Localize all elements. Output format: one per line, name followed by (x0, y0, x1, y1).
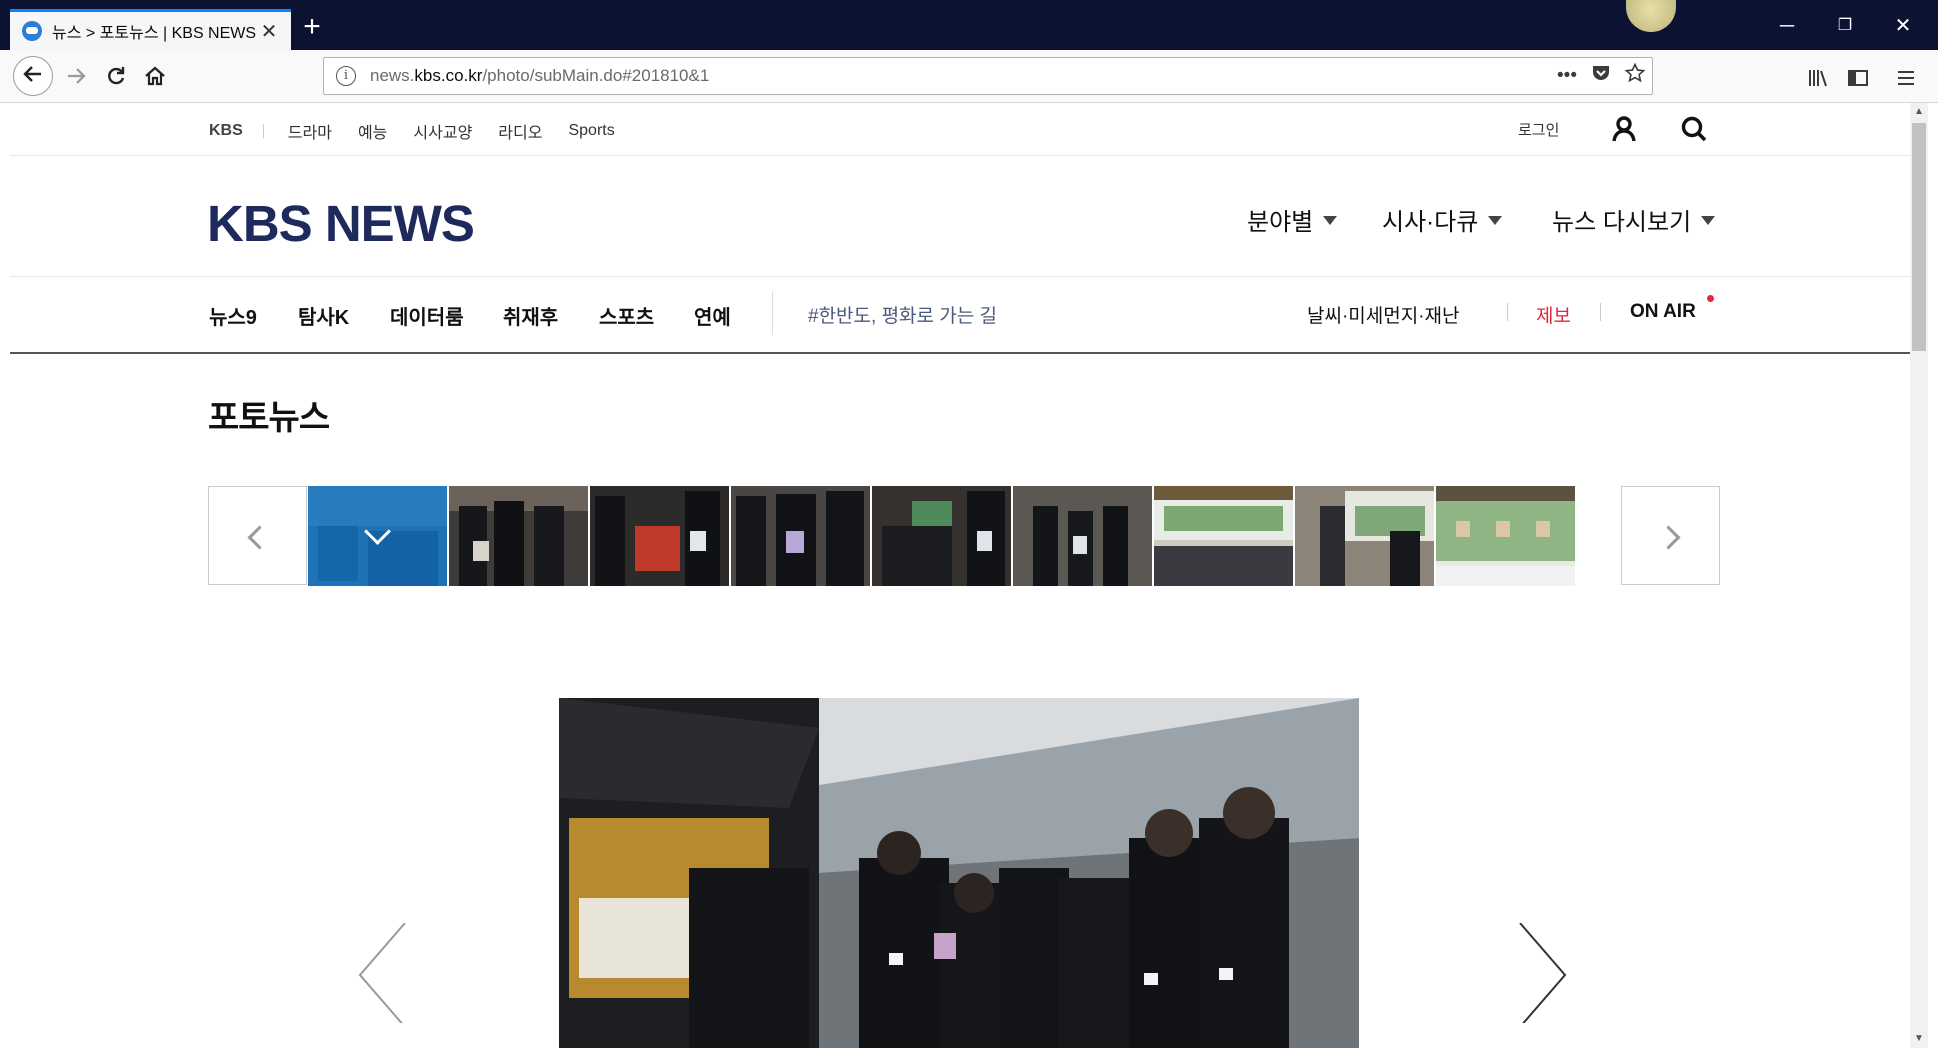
nav-data-room[interactable]: 데이터룸 (390, 301, 464, 330)
home-button[interactable] (135, 56, 175, 96)
thumbnail-carousel (208, 486, 1720, 586)
url-bar[interactable]: i news.kbs.co.kr/photo/subMain.do#201810… (323, 57, 1653, 95)
thumbnail-photo (1295, 486, 1434, 586)
forward-button[interactable] (56, 56, 96, 96)
profile-orb (1626, 0, 1676, 32)
hashtag-link[interactable]: #한반도, 평화로 가는 길 (808, 301, 997, 328)
menu-current-docu-label: 시사·다큐 (1382, 209, 1479, 236)
minimize-button[interactable]: ─ (1758, 10, 1816, 42)
thumbs-prev-button[interactable] (208, 486, 307, 585)
close-tab-icon[interactable]: ✕ (259, 19, 279, 44)
menu-by-field-label: 분야별 (1247, 209, 1314, 236)
menu-icon[interactable] (1888, 60, 1924, 95)
thumbnail-photo (1154, 486, 1293, 586)
nav-sports[interactable]: 스포츠 (599, 301, 654, 330)
user-icon[interactable] (1610, 115, 1638, 143)
arrow-left-icon (23, 66, 41, 82)
thumbnail-photo (449, 486, 588, 586)
link-radio[interactable]: 라디오 (498, 119, 542, 143)
photo-next-arrow-icon[interactable] (1510, 923, 1610, 1023)
chevron-left-icon (247, 525, 272, 550)
page-actions-icon[interactable]: ••• (1550, 65, 1584, 87)
kbs-favicon-icon (22, 21, 42, 41)
scrollbar-thumb[interactable] (1912, 123, 1926, 351)
new-tab-button[interactable]: + (296, 10, 328, 46)
main-news-photo[interactable] (559, 698, 1359, 1048)
nav-after-report[interactable]: 취재후 (503, 301, 558, 330)
link-culture[interactable]: 시사교양 (413, 119, 472, 143)
brand-header: KBS NEWS 분야별 시사·다큐 뉴스 다시보기 (10, 156, 1910, 277)
search-icon[interactable] (1680, 115, 1708, 143)
divider (1507, 303, 1508, 321)
menu-by-field[interactable]: 분야별 (1247, 202, 1338, 237)
chevron-right-icon (1656, 525, 1681, 550)
browser-titlebar: 뉴스 > 포토뉴스 | KBS NEWS ✕ + ─ ❐ ✕ (0, 0, 1938, 50)
thumbnail-photo (590, 486, 729, 586)
thumbnail-2[interactable] (449, 486, 588, 586)
back-button[interactable] (13, 56, 53, 96)
reload-button[interactable] (96, 56, 136, 96)
thumbnail-6[interactable] (1013, 486, 1152, 586)
caret-down-icon (1323, 216, 1338, 225)
nav-entertainment[interactable]: 연예 (694, 301, 731, 330)
photo-image (559, 698, 1359, 1048)
menu-current-docu[interactable]: 시사·다큐 (1382, 202, 1503, 237)
tab-title: 뉴스 > 포토뉴스 | KBS NEWS (52, 25, 257, 42)
menu-news-replay-label: 뉴스 다시보기 (1552, 209, 1692, 236)
sidebar-icon[interactable] (1840, 60, 1876, 95)
global-nav: 뉴스9 탐사K 데이터룸 취재후 스포츠 연예 #한반도, 평화로 가는 길 날… (10, 277, 1910, 354)
thumbnail-3[interactable] (590, 486, 729, 586)
star-icon[interactable] (1618, 62, 1652, 89)
thumbnail-1[interactable] (308, 486, 447, 586)
thumbnail-9[interactable] (1436, 486, 1575, 586)
divider (1600, 303, 1601, 321)
reload-icon (108, 67, 125, 85)
web-page: KBS 드라마 예능 시사교양 라디오 Sports 로그인 KBS NEWS … (10, 103, 1910, 1048)
thumbs-next-button[interactable] (1621, 486, 1720, 585)
divider (262, 124, 264, 138)
caret-down-icon (1701, 216, 1716, 225)
page-title: 포토뉴스 (208, 399, 330, 437)
link-sports[interactable]: Sports (568, 122, 614, 140)
arrow-right-icon (68, 68, 86, 84)
thumbnail-4[interactable] (731, 486, 870, 586)
thumbnail-8[interactable] (1295, 486, 1434, 586)
live-dot-icon (1707, 295, 1714, 302)
browser-tab[interactable]: 뉴스 > 포토뉴스 | KBS NEWS ✕ (10, 9, 291, 50)
onair-link[interactable]: ON AIR (1630, 301, 1696, 323)
nav-tamsa-k[interactable]: 탐사K (298, 301, 349, 330)
thumbnail-photo (872, 486, 1011, 586)
browser-toolbar: i news.kbs.co.kr/photo/subMain.do#201810… (0, 50, 1938, 103)
utility-bar: KBS 드라마 예능 시사교양 라디오 Sports 로그인 (10, 103, 1910, 156)
link-entertainment[interactable]: 예능 (358, 119, 387, 143)
thumbnail-7[interactable] (1154, 486, 1293, 586)
kbs-news-logo[interactable]: KBS NEWS (207, 194, 475, 253)
scroll-up-icon[interactable]: ▲ (1910, 103, 1928, 121)
kbs-home-link[interactable]: KBS (209, 122, 243, 140)
caret-down-icon (1488, 216, 1503, 225)
vertical-scrollbar[interactable]: ▲ ▼ (1910, 103, 1928, 1048)
photo-prev-arrow-icon[interactable] (350, 923, 450, 1023)
library-icon[interactable] (1800, 60, 1836, 95)
restore-button[interactable]: ❐ (1816, 10, 1874, 42)
scroll-down-icon[interactable]: ▼ (1910, 1030, 1928, 1048)
thumbnail-photo (731, 486, 870, 586)
thumbnail-photo (1436, 486, 1575, 586)
report-link[interactable]: 제보 (1536, 301, 1571, 328)
link-drama[interactable]: 드라마 (288, 119, 332, 143)
thumbnail-photo (1013, 486, 1152, 586)
thumbnail-5[interactable] (872, 486, 1011, 586)
home-icon (145, 66, 165, 86)
weather-link[interactable]: 날씨·미세먼지·재난 (1307, 301, 1460, 328)
divider (772, 291, 773, 335)
nav-news9[interactable]: 뉴스9 (209, 301, 257, 330)
url-text[interactable]: news.kbs.co.kr/photo/subMain.do#201810&1 (370, 66, 1550, 86)
pocket-icon[interactable] (1584, 63, 1618, 89)
info-icon[interactable]: i (336, 66, 356, 86)
login-link[interactable]: 로그인 (1518, 119, 1559, 140)
window-close-button[interactable]: ✕ (1874, 10, 1932, 42)
menu-news-replay[interactable]: 뉴스 다시보기 (1552, 202, 1716, 237)
